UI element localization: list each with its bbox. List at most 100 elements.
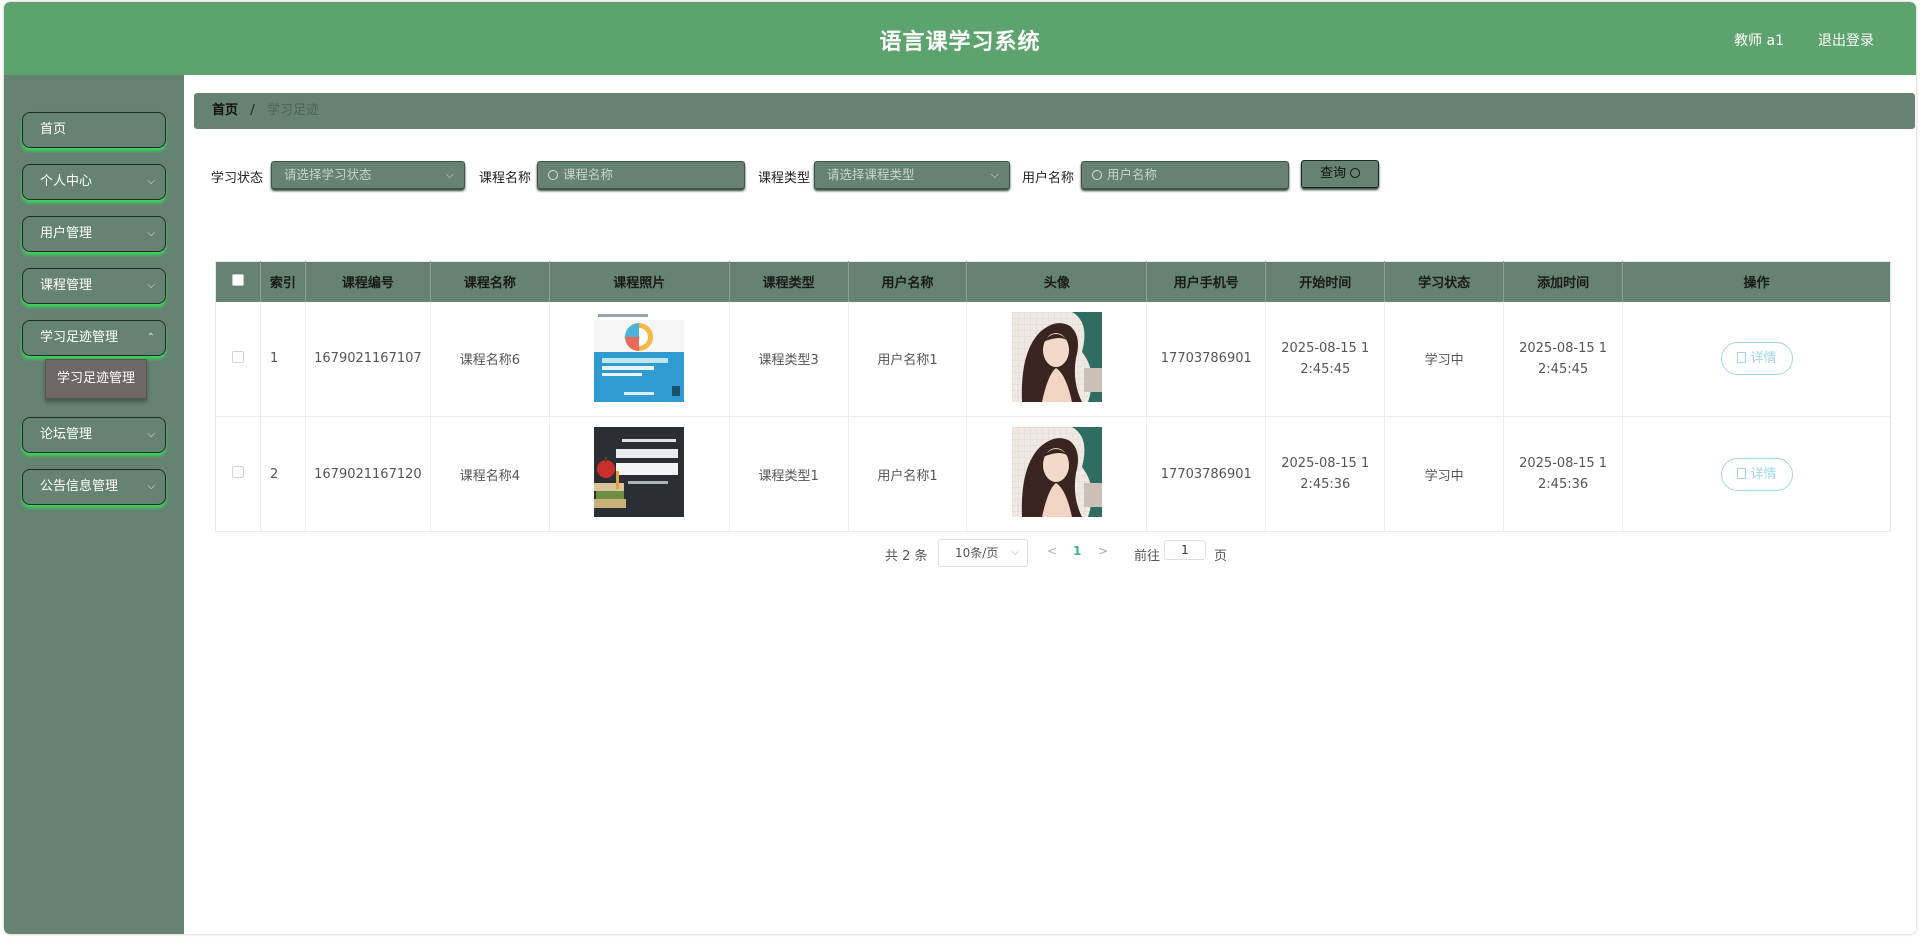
chevron-left-icon[interactable]: < bbox=[1047, 544, 1057, 558]
page-unit-label: 页 bbox=[1214, 549, 1228, 564]
row-checkbox[interactable] bbox=[231, 466, 244, 478]
column-header: 用户名称 bbox=[848, 261, 968, 302]
row-select-cell bbox=[215, 301, 261, 417]
table-header-row: 索引 课程编号 课程名称 课程照片 课程类型 用户名称 头像 用户手机号 开始时… bbox=[215, 261, 1891, 302]
sidebar-item-label: 用户管理 bbox=[40, 226, 93, 241]
detail-button-label: 详情 bbox=[1750, 466, 1777, 482]
course-name-label: 课程名称 bbox=[479, 171, 532, 186]
sidebar-item-notice-management[interactable]: 公告信息管理 ⌵ bbox=[22, 469, 166, 505]
chevron-up-icon: ⌃ bbox=[146, 332, 155, 343]
course-photo-cell bbox=[549, 301, 730, 417]
chevron-down-icon: ⌵ bbox=[147, 429, 155, 440]
user-name-placeholder: 用户名称 bbox=[1107, 167, 1158, 182]
column-header: 学习状态 bbox=[1384, 261, 1505, 302]
status-select[interactable]: 请选择学习状态 ⌵ bbox=[271, 161, 465, 189]
page-number-button[interactable]: 1 bbox=[1073, 544, 1081, 558]
select-all-checkbox[interactable] bbox=[231, 273, 244, 286]
row-select-cell bbox=[215, 416, 261, 532]
search-icon bbox=[1092, 170, 1102, 180]
page-size-value: 10条/页 bbox=[955, 546, 999, 560]
sidebar-subitem-study-track[interactable]: 学习足迹管理 bbox=[45, 359, 147, 399]
detail-button[interactable]: 详情 bbox=[1720, 342, 1793, 376]
sidebar-item-label: 论坛管理 bbox=[40, 427, 93, 442]
chevron-down-icon: ⌵ bbox=[445, 168, 454, 181]
index-cell: 1 bbox=[260, 301, 306, 417]
column-header: 添加时间 bbox=[1503, 261, 1624, 302]
breadcrumb-current: 学习足迹 bbox=[267, 103, 320, 118]
row-checkbox[interactable] bbox=[231, 350, 244, 363]
course-type-select[interactable]: 请选择课程类型 ⌵ bbox=[814, 161, 1010, 189]
user-name-label: 用户名称 bbox=[1022, 171, 1075, 186]
column-header: 操作 bbox=[1622, 261, 1891, 302]
avatar[interactable] bbox=[1011, 311, 1102, 402]
user-name-input[interactable]: 用户名称 bbox=[1081, 161, 1289, 189]
add-time-cell: 2025-08-15 12:45:45 bbox=[1503, 301, 1624, 417]
breadcrumb-separator: / bbox=[250, 103, 255, 118]
avatar[interactable] bbox=[1011, 427, 1102, 517]
sidebar-item-label: 首页 bbox=[40, 122, 67, 137]
chevron-down-icon: ⌵ bbox=[990, 168, 999, 181]
course-photo-image[interactable] bbox=[594, 427, 685, 517]
column-header: 课程名称 bbox=[430, 261, 550, 302]
course-no-cell: 1679021167107 bbox=[305, 301, 431, 417]
query-button[interactable]: 查询 bbox=[1301, 160, 1379, 188]
start-time-text: 2025-08-15 12:45:36 bbox=[1281, 456, 1370, 492]
status-label: 学习状态 bbox=[211, 171, 264, 186]
column-header: 课程照片 bbox=[549, 261, 730, 302]
sidebar-item-forum-management[interactable]: 论坛管理 ⌵ bbox=[22, 417, 166, 453]
main-content: 首页 / 学习足迹 学习状态 请选择学习状态 ⌵ 课程名称 课程名称 课程类型 … bbox=[184, 75, 1916, 934]
sidebar-item-study-track-management[interactable]: 学习足迹管理 ⌃ bbox=[22, 320, 166, 356]
course-photo-image[interactable] bbox=[594, 311, 685, 402]
sidebar-item-personal-center[interactable]: 个人中心 ⌵ bbox=[22, 164, 166, 200]
status-cell: 学习中 bbox=[1384, 301, 1505, 417]
sidebar-item-course-management[interactable]: 课程管理 ⌵ bbox=[22, 268, 166, 304]
course-photo-cell bbox=[549, 416, 730, 532]
select-all-cell bbox=[215, 261, 261, 302]
chevron-down-icon: ⌵ bbox=[147, 228, 155, 239]
column-header: 开始时间 bbox=[1265, 261, 1386, 302]
add-time-cell: 2025-08-15 12:45:36 bbox=[1503, 416, 1624, 532]
query-button-label: 查询 bbox=[1319, 166, 1346, 181]
search-icon bbox=[1350, 168, 1360, 178]
search-icon bbox=[548, 170, 558, 180]
chevron-right-icon[interactable]: > bbox=[1098, 544, 1108, 558]
breadcrumb: 首页 / 学习足迹 bbox=[194, 93, 1915, 129]
app-frame: 语言课学习系统 教师 a1 退出登录 首页 个人中心 ⌵ 用户管理 ⌵ 课程管理… bbox=[4, 2, 1916, 934]
detail-button[interactable]: 详情 bbox=[1720, 457, 1793, 491]
sidebar: 首页 个人中心 ⌵ 用户管理 ⌵ 课程管理 ⌵ 学习足迹管理 ⌃ 学习足迹管理 … bbox=[4, 75, 184, 934]
course-no-cell: 1679021167120 bbox=[305, 416, 431, 532]
avatar-cell bbox=[966, 416, 1148, 532]
course-name-cell: 课程名称4 bbox=[430, 416, 550, 532]
goto-label: 前往 bbox=[1134, 549, 1161, 564]
index-cell: 2 bbox=[260, 416, 306, 532]
page-size-select[interactable]: 10条/页 ⌵ bbox=[938, 539, 1028, 567]
course-name-input[interactable]: 课程名称 bbox=[537, 161, 745, 189]
column-header: 课程编号 bbox=[305, 261, 431, 302]
add-time-text: 2025-08-15 12:45:45 bbox=[1519, 340, 1608, 377]
user-name-cell: 用户名称1 bbox=[848, 416, 968, 532]
chevron-down-icon: ⌵ bbox=[1011, 547, 1019, 558]
start-time-text: 2025-08-15 12:45:45 bbox=[1281, 340, 1370, 377]
sidebar-item-home[interactable]: 首页 bbox=[22, 112, 166, 148]
sidebar-item-label: 公告信息管理 bbox=[40, 479, 119, 494]
action-cell: 详情 bbox=[1622, 301, 1891, 417]
pagination: 共 2 条 10条/页 ⌵ < 1 > 前往 1 页 bbox=[184, 539, 1916, 569]
breadcrumb-home[interactable]: 首页 bbox=[212, 103, 238, 118]
document-icon bbox=[1736, 352, 1746, 364]
goto-page-input[interactable]: 1 bbox=[1164, 540, 1206, 560]
search-bar: 学习状态 请选择学习状态 ⌵ 课程名称 课程名称 课程类型 请选择课程类型 ⌵ … bbox=[184, 160, 1916, 191]
phone-cell: 17703786901 bbox=[1146, 416, 1267, 532]
logout-link[interactable]: 退出登录 bbox=[1818, 30, 1874, 50]
column-header: 头像 bbox=[966, 261, 1148, 302]
sidebar-item-label: 学习足迹管理 bbox=[40, 330, 119, 345]
column-header: 课程类型 bbox=[729, 261, 849, 302]
study-track-table: 索引 课程编号 课程名称 课程照片 课程类型 用户名称 头像 用户手机号 开始时… bbox=[215, 261, 1891, 532]
status-cell: 学习中 bbox=[1384, 416, 1505, 532]
sidebar-item-user-management[interactable]: 用户管理 ⌵ bbox=[22, 216, 166, 252]
top-header: 语言课学习系统 教师 a1 退出登录 bbox=[4, 2, 1916, 75]
start-time-cell: 2025-08-15 12:45:45 bbox=[1265, 301, 1386, 417]
course-type-cell: 课程类型1 bbox=[729, 416, 849, 532]
sidebar-item-label: 课程管理 bbox=[40, 278, 93, 293]
table-row: 2 1679021167120 课程名称4 课程类型1 用户名称1 177037… bbox=[215, 416, 1891, 532]
phone-cell: 17703786901 bbox=[1146, 301, 1267, 417]
